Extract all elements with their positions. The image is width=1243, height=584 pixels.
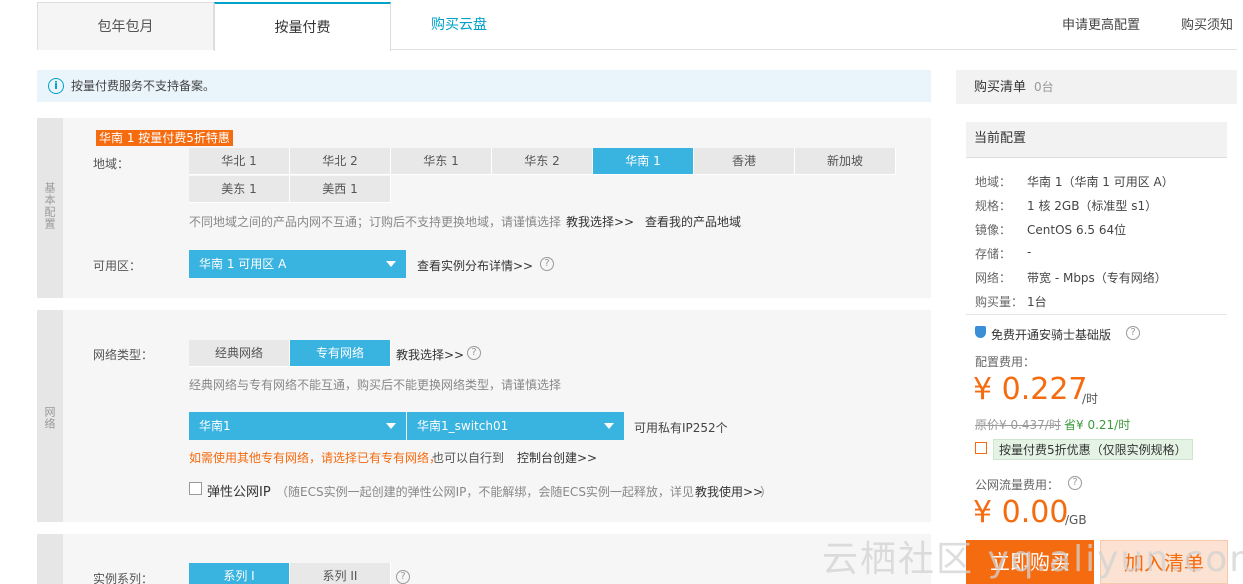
discount-badge: 按量付费5折优惠（仅限实例规格）	[993, 439, 1193, 460]
zone-select[interactable]: 华南 1 可用区 A	[189, 250, 406, 278]
console-create-link[interactable]: 控制台创建>>	[517, 449, 597, 466]
current-config: 当前配置	[966, 122, 1227, 158]
traffic-fee-label: 公网流量费用：	[975, 478, 1060, 492]
series-label: 实例系列：	[93, 572, 154, 584]
cart-count: 0台	[1034, 80, 1054, 94]
region-option[interactable]: 美东 1	[189, 176, 290, 203]
original-price: 原价¥ 0.437/时	[975, 418, 1061, 432]
purchase-notice-link[interactable]: 购买须知	[1181, 2, 1233, 50]
vswitch-value: 华南1_switch01	[417, 419, 509, 433]
config-row-region: 地域： 华南 1（华南 1 可用区 A）	[975, 175, 1174, 189]
info-text: 按量付费服务不支持备案。	[71, 79, 216, 93]
config-row-spec: 规格： 1 核 2GB（标准型 s1）	[975, 199, 1158, 213]
region-option[interactable]: 新加坡	[795, 148, 896, 175]
region-option[interactable]: 美西 1	[290, 176, 391, 203]
network-hint: 经典网络与专有网络不能互通，购买后不能更换网络类型，请谨慎选择	[189, 378, 562, 392]
classic-network-option[interactable]: 经典网络	[189, 340, 290, 367]
config-row-image: 镜像： CentOS 6.5 64位	[975, 223, 1127, 237]
config-row-network: 网络： 带宽 - Mbps（专有网络）	[975, 271, 1167, 285]
vpc-select[interactable]: 华南1	[189, 412, 406, 440]
region-option[interactable]: 华东 2	[492, 148, 593, 175]
chevron-down-icon	[604, 423, 614, 429]
help-icon[interactable]: ?	[1126, 326, 1140, 340]
watermark: 云栖社区 yq.aliyun.com	[822, 539, 1243, 580]
current-config-title: 当前配置	[966, 122, 1227, 158]
eip-description: （随ECS实例一起创建的弹性公网IP，不能解绑，会随ECS实例一起释放，详见	[276, 485, 694, 499]
price-unit: /时	[1082, 392, 1099, 406]
help-icon[interactable]: ?	[1068, 476, 1082, 490]
shield-icon	[975, 326, 986, 338]
saving: 省¥ 0.21/时	[1064, 418, 1131, 432]
divider	[966, 314, 1227, 315]
region-option-selected[interactable]: 华南 1	[593, 148, 694, 175]
my-regions-link[interactable]: 查看我的产品地域	[645, 213, 741, 230]
zone-label: 可用区：	[93, 259, 142, 273]
info-icon: i	[48, 78, 64, 94]
help-icon[interactable]: ?	[467, 346, 481, 360]
tab-pay-as-you-go[interactable]: 按量付费	[214, 2, 391, 51]
instance-side	[37, 534, 63, 584]
promo-badge: 华南 1 按量付费5折特惠	[96, 130, 233, 146]
eip-close-paren: ）	[760, 485, 773, 499]
series-1-option[interactable]: 系列 I	[189, 563, 290, 584]
config-price: ¥ 0.227	[973, 372, 1088, 407]
traffic-unit: /GB	[1065, 513, 1087, 527]
vpc-warning-tail: 也可以自行到	[432, 451, 505, 465]
tab-monthly[interactable]: 包年包月	[37, 2, 214, 50]
fee-label: 配置费用：	[975, 355, 1036, 369]
region-option[interactable]: 香港	[694, 148, 795, 175]
security-offer: 免费开通安骑士基础版	[991, 328, 1112, 342]
region-option[interactable]: 华北 2	[290, 148, 391, 175]
region-help-link[interactable]: 教我选择>>	[566, 213, 634, 230]
ip-available: 可用私有IP252个	[634, 421, 728, 435]
region-option[interactable]: 华东 1	[391, 148, 492, 175]
vswitch-select[interactable]: 华南1_switch01	[407, 412, 624, 440]
vpc-value: 华南1	[199, 419, 231, 433]
network-side: 网络	[37, 310, 63, 522]
instance-panel	[37, 534, 931, 584]
info-banner: i 按量付费服务不支持备案。	[37, 70, 931, 102]
config-row-storage: 存储： -	[975, 245, 1032, 261]
eip-checkbox[interactable]	[189, 482, 202, 495]
gift-icon	[975, 442, 987, 454]
vpc-warning: 如需使用其他专有网络，请选择已有专有网络，	[189, 451, 442, 465]
help-icon[interactable]: ?	[396, 570, 410, 584]
zone-detail-link[interactable]: 查看实例分布详情>>	[417, 257, 533, 274]
upgrade-link[interactable]: 申请更高配置	[1062, 2, 1140, 50]
chevron-down-icon	[386, 261, 396, 267]
network-help-link[interactable]: 教我选择>>	[396, 346, 464, 363]
eip-label: 弹性公网IP	[207, 485, 271, 500]
traffic-price: ¥ 0.00	[973, 495, 1069, 530]
tab-bar: 包年包月 按量付费 购买云盘 申请更高配置 购买须知	[0, 0, 1243, 51]
eip-help-link[interactable]: 教我使用>>	[695, 483, 763, 500]
region-option[interactable]: 华北 1	[189, 148, 290, 175]
chevron-down-icon	[386, 423, 396, 429]
zone-value: 华南 1 可用区 A	[199, 257, 287, 271]
help-icon[interactable]: ?	[540, 257, 554, 271]
tab-cloud-disk[interactable]: 购买云盘	[391, 2, 531, 50]
vpc-option[interactable]: 专有网络	[290, 340, 391, 367]
cart-title: 购买清单	[974, 80, 1027, 95]
region-hint: 不同地域之间的产品内网不互通；订购后不支持更换地域，请谨慎选择	[189, 215, 562, 229]
basic-side: 基本配置	[37, 118, 63, 298]
network-type-label: 网络类型：	[93, 348, 154, 362]
config-row-quantity: 购买量： 1台	[975, 295, 1047, 309]
cart-header: 购买清单 0台	[956, 70, 1237, 104]
region-label: 地域：	[93, 157, 130, 171]
series-2-option[interactable]: 系列 II	[290, 563, 391, 584]
